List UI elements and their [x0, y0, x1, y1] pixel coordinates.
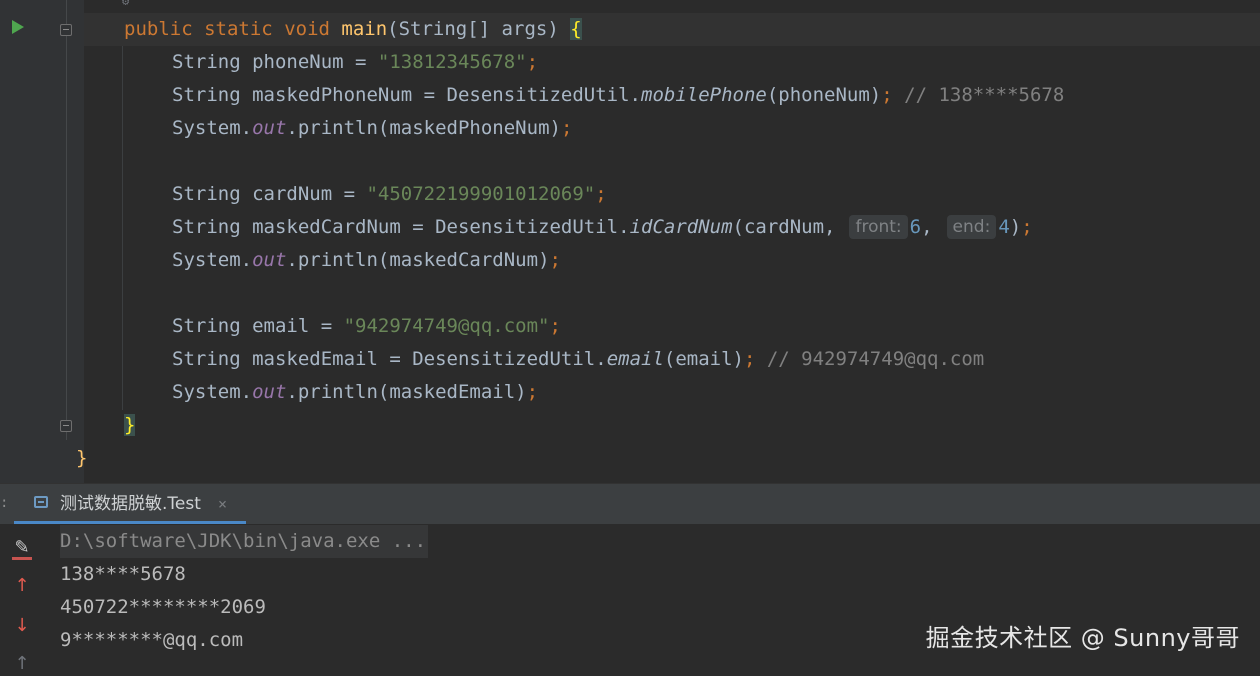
- run-config-icon: [34, 496, 48, 508]
- keyword-void: void: [284, 18, 330, 40]
- system-prefix: System.: [172, 117, 253, 139]
- run-tab-bar: : 测试数据脱敏.Test ×: [0, 484, 1260, 524]
- method-call: idCardNum: [629, 216, 733, 238]
- fold-guide-line: [66, 0, 67, 440]
- bookmark-icon: ⚙: [122, 0, 130, 8]
- system-prefix: System.: [172, 249, 253, 271]
- method-name-main: main: [341, 18, 388, 40]
- declaration: String phoneNum =: [172, 51, 378, 73]
- declaration: String maskedCardNum = DesensitizedUtil.: [172, 216, 630, 238]
- code-line-5[interactable]: String maskedCardNum = DesensitizedUtil.…: [172, 211, 1033, 244]
- code-line-main-signature[interactable]: public static void main(String[] args) {: [124, 13, 582, 46]
- console-output-line: 9********@qq.com: [60, 629, 244, 651]
- semicolon: ;: [1021, 216, 1033, 238]
- call-args: (email): [663, 348, 744, 370]
- string-literal: "13812345678": [377, 51, 527, 73]
- semicolon: ;: [526, 51, 539, 73]
- declaration: String maskedPhoneNum = DesensitizedUtil…: [172, 84, 641, 106]
- number-literal-front: 6: [909, 216, 922, 238]
- fold-open-icon[interactable]: [60, 24, 72, 36]
- code-line-1[interactable]: String phoneNum = "13812345678";: [172, 46, 538, 79]
- println-call: .println(maskedCardNum): [286, 249, 550, 271]
- console-output-line: 450722********2069: [60, 596, 266, 618]
- declaration: String email =: [172, 315, 344, 337]
- watermark: 掘金技术社区 @ Sunny哥哥: [925, 624, 1240, 652]
- call-args: (phoneNum): [766, 84, 882, 106]
- semicolon: ;: [595, 183, 607, 205]
- run-gutter-icon[interactable]: [12, 20, 24, 34]
- up-arrow-icon[interactable]: ↑: [10, 574, 34, 598]
- code-line-3[interactable]: System.out.println(maskedPhoneNum);: [172, 112, 572, 145]
- number-literal-end: 4: [998, 216, 1010, 238]
- code-line-7[interactable]: String email = "942974749@qq.com";: [172, 310, 561, 343]
- semicolon: ;: [743, 348, 756, 370]
- main-params: (String[] args): [387, 18, 571, 40]
- tab-bar-options-icon[interactable]: :: [0, 496, 8, 510]
- scroll-to-top-icon[interactable]: ↑: [10, 652, 34, 676]
- declaration: String maskedEmail = DesensitizedUtil.: [172, 348, 607, 370]
- comma: ,: [921, 216, 933, 238]
- code-line-class-close[interactable]: }: [76, 442, 87, 475]
- println-call: .println(maskedPhoneNum): [286, 117, 561, 139]
- semicolon: ;: [881, 84, 893, 106]
- close-icon[interactable]: ×: [218, 484, 227, 524]
- indent-guide: [122, 46, 123, 410]
- close-brace: }: [124, 414, 136, 436]
- editor-gutter: [0, 0, 84, 483]
- parameter-hint-end: end:: [946, 215, 997, 239]
- run-tab-label: 测试数据脱敏.Test: [60, 494, 201, 514]
- semicolon: ;: [549, 249, 561, 271]
- console-toolbar: ✎ ↑ ↓ ↑: [0, 524, 44, 674]
- declaration: String cardNum =: [172, 183, 367, 205]
- method-call: email: [606, 348, 664, 370]
- keyword-static: static: [204, 18, 273, 40]
- line-comment: // 138****5678: [892, 84, 1065, 106]
- system-prefix: System.: [172, 381, 253, 403]
- call-args-close: ): [1009, 216, 1022, 238]
- down-arrow-icon[interactable]: ↓: [10, 614, 34, 638]
- field-out: out: [252, 117, 287, 139]
- run-tab[interactable]: 测试数据脱敏.Test ×: [14, 484, 246, 524]
- semicolon: ;: [549, 315, 561, 337]
- parameter-hint-front: front:: [849, 215, 908, 239]
- open-brace: {: [570, 18, 582, 40]
- field-out: out: [252, 381, 287, 403]
- code-line-8[interactable]: String maskedEmail = DesensitizedUtil.em…: [172, 343, 984, 376]
- console-command-line[interactable]: D:\software\JDK\bin\java.exe ...: [60, 525, 429, 558]
- code-editor[interactable]: ⚙ public static void main(String[] args)…: [0, 0, 1260, 483]
- keyword-public: public: [124, 18, 193, 40]
- code-line-6[interactable]: System.out.println(maskedCardNum);: [172, 244, 561, 277]
- code-line-2[interactable]: String maskedPhoneNum = DesensitizedUtil…: [172, 79, 1064, 112]
- field-out: out: [252, 249, 287, 271]
- fold-close-icon[interactable]: [60, 420, 72, 432]
- method-call: mobilePhone: [641, 84, 767, 106]
- line-comment: // 942974749@qq.com: [755, 348, 985, 370]
- class-close-brace: }: [76, 447, 88, 469]
- semicolon: ;: [526, 381, 539, 403]
- clear-console-icon[interactable]: ✎: [10, 536, 34, 560]
- string-literal: "942974749@qq.com": [343, 315, 550, 337]
- code-line-method-close[interactable]: }: [124, 409, 136, 442]
- call-args-open: (cardNum,: [732, 216, 836, 238]
- string-literal: "450722199901012069": [366, 183, 596, 205]
- code-line-4[interactable]: String cardNum = "450722199901012069";: [172, 178, 607, 211]
- semicolon: ;: [560, 117, 573, 139]
- println-call: .println(maskedEmail): [286, 381, 527, 403]
- code-line-9[interactable]: System.out.println(maskedEmail);: [172, 376, 538, 409]
- console-output-line: 138****5678: [60, 563, 186, 585]
